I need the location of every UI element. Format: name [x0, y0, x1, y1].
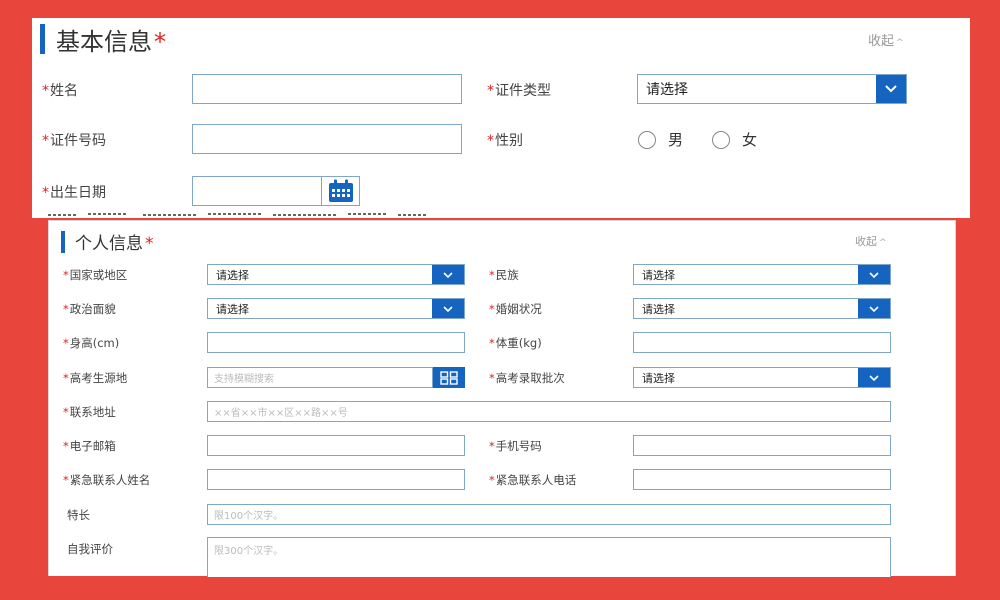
select-value: 请选择: [216, 268, 249, 282]
personal-info-title: 个人信息 *: [75, 234, 154, 254]
section-marker: [40, 24, 45, 54]
height-input[interactable]: [207, 332, 465, 353]
chevron-down-icon[interactable]: [858, 265, 890, 284]
chevron-up-icon: ^: [896, 38, 904, 48]
select-value: 请选择: [642, 268, 675, 282]
id-type-label: *证件类型: [487, 83, 551, 99]
birth-date-input[interactable]: [192, 176, 322, 206]
basic-info-title: 基本信息*: [56, 28, 166, 56]
radio-label: 男: [668, 131, 684, 149]
phone-input[interactable]: [633, 435, 891, 456]
gender-label: *性别: [487, 133, 523, 149]
id-type-select[interactable]: 请选择: [637, 74, 907, 104]
id-type-value: 请选择: [646, 82, 688, 98]
emergency-phone-label: *紧急联系人电话: [489, 473, 577, 487]
region-select[interactable]: 请选择: [207, 264, 465, 285]
radio-label: 女: [742, 131, 758, 149]
id-number-input[interactable]: [192, 124, 462, 154]
admission-batch-label: *高考录取批次: [489, 371, 565, 385]
exam-origin-label: *高考生源地: [63, 371, 128, 385]
political-label: *政治面貌: [63, 302, 116, 316]
name-input[interactable]: [192, 74, 462, 104]
select-value: 请选择: [642, 371, 675, 385]
self-eval-textarea[interactable]: 限300个汉字。: [207, 537, 891, 577]
select-value: 请选择: [216, 302, 249, 316]
phone-label: *手机号码: [489, 439, 542, 453]
region-label: *国家或地区: [63, 268, 128, 282]
gender-radio-female[interactable]: 女: [712, 129, 757, 150]
emergency-phone-input[interactable]: [633, 469, 891, 490]
partial-text-line: [48, 213, 428, 216]
personal-info-panel: 个人信息 * 收起 ^ *国家或地区 请选择 *民族 请选择 *政治面貌 请选择 *…: [48, 220, 956, 577]
marital-label: *婚姻状况: [489, 302, 542, 316]
basic-collapse-toggle[interactable]: 收起 ^: [868, 30, 904, 49]
weight-label: *体重(kg): [489, 336, 542, 350]
region-picker-button[interactable]: [433, 367, 465, 388]
radio-circle-icon[interactable]: [712, 130, 730, 149]
height-label: *身高(cm): [63, 336, 120, 350]
chevron-down-icon[interactable]: [858, 368, 890, 387]
self-eval-label: 自我评价: [67, 542, 113, 556]
id-number-label: *证件号码: [42, 133, 106, 149]
ethnicity-select[interactable]: 请选择: [633, 264, 891, 285]
chevron-up-icon: ^: [879, 238, 887, 248]
name-label: *姓名: [42, 83, 78, 99]
chevron-down-icon[interactable]: [432, 265, 464, 284]
political-select[interactable]: 请选择: [207, 298, 465, 319]
email-input[interactable]: [207, 435, 465, 456]
marital-select[interactable]: 请选择: [633, 298, 891, 319]
select-value: 请选择: [642, 302, 675, 316]
weight-input[interactable]: [633, 332, 891, 353]
personal-collapse-toggle[interactable]: 收起 ^: [855, 233, 887, 249]
chevron-down-icon[interactable]: [432, 299, 464, 318]
chevron-down-icon[interactable]: [858, 299, 890, 318]
exam-origin-input[interactable]: 支持模糊搜索: [207, 367, 433, 388]
calendar-icon: [328, 179, 353, 202]
emergency-name-label: *紧急联系人姓名: [63, 473, 151, 487]
gender-radio-male[interactable]: 男: [638, 129, 683, 150]
calendar-button[interactable]: [322, 176, 360, 206]
birth-date-label: *出生日期: [42, 185, 106, 201]
chevron-down-icon[interactable]: [876, 75, 906, 103]
address-input[interactable]: ××省××市××区××路××号: [207, 401, 891, 422]
basic-info-panel: 基本信息* 收起 ^ *姓名 *证件类型 请选择 *证件号码 *性别 男 女 *出…: [32, 18, 970, 218]
emergency-name-input[interactable]: [207, 469, 465, 490]
address-label: *联系地址: [63, 405, 116, 419]
specialty-input[interactable]: 限100个汉字。: [207, 504, 891, 525]
email-label: *电子邮箱: [63, 439, 116, 453]
admission-batch-select[interactable]: 请选择: [633, 367, 891, 388]
grid-icon: [440, 370, 458, 385]
ethnicity-label: *民族: [489, 268, 519, 282]
specialty-label: 特长: [67, 508, 90, 522]
radio-circle-icon[interactable]: [638, 130, 656, 149]
section-marker: [61, 231, 65, 253]
